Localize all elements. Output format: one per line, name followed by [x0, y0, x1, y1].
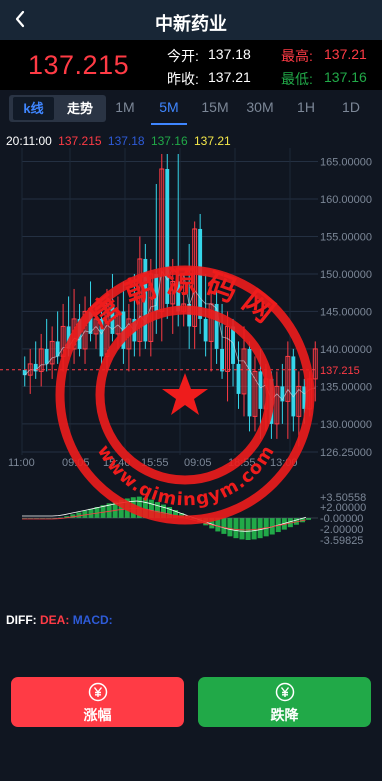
- period-tabs: k线 走势 1M 5M 15M 30M 1H 1D: [0, 90, 382, 126]
- prev-close-label: 昨收:: [167, 71, 199, 87]
- low-value: 137.16: [324, 69, 367, 85]
- quote-panel: 137.215 今开: 137.18 最高: 137.21 昨收: 137.21…: [0, 40, 382, 90]
- yen-coin-icon: [88, 682, 107, 702]
- x-tick-label: 18:55: [228, 457, 256, 469]
- open-value: 137.18: [208, 46, 251, 62]
- candle-body: [176, 281, 181, 312]
- macd-bar: [239, 518, 245, 540]
- kline-chart[interactable]: 165.00000 160.00000 155.00000 150.00000 145.…: [0, 126, 382, 556]
- tab-kline[interactable]: k线: [13, 97, 54, 120]
- chart-mode-toggle: k线 走势: [9, 95, 106, 122]
- candle-body: [143, 258, 148, 342]
- open-label: 今开:: [167, 48, 199, 64]
- macd-bar: [130, 497, 136, 518]
- active-tab-indicator: [151, 123, 187, 125]
- macd-bar: [245, 518, 251, 540]
- candle-body: [203, 318, 208, 342]
- fall-button[interactable]: 跌降: [198, 677, 371, 727]
- macd-tick-label: -3.59825: [320, 535, 363, 547]
- x-tick-label: 15:40: [103, 457, 131, 469]
- x-tick-label: 09:05: [62, 457, 90, 469]
- diff-label: DIFF:: [6, 613, 37, 627]
- tab-1h[interactable]: 1H: [288, 99, 324, 115]
- candle-body: [121, 311, 126, 349]
- dea-label: DEA:: [40, 613, 70, 627]
- y-tick-label: 150.00000: [320, 269, 372, 281]
- candle-body: [22, 369, 27, 376]
- candle-body: [44, 348, 49, 364]
- current-price-label: 137.215: [320, 365, 360, 377]
- candle-body: [220, 348, 225, 372]
- candle-body: [165, 168, 170, 304]
- macd-bar: [154, 502, 160, 518]
- macd-bar: [221, 518, 227, 534]
- candle-body: [269, 378, 274, 424]
- macd-bar: [227, 518, 233, 537]
- y-tick-label: 165.00000: [320, 156, 372, 168]
- low-label: 最低:: [281, 71, 313, 87]
- rise-button[interactable]: 涨幅: [11, 677, 184, 727]
- macd-label: MACD:: [72, 613, 113, 627]
- candle-body: [291, 356, 296, 417]
- page-title: 中新药业: [155, 14, 227, 34]
- candle-body: [258, 371, 263, 409]
- prev-close-value: 137.21: [208, 69, 251, 85]
- candle-body: [236, 363, 241, 394]
- high-label: 最高:: [281, 48, 313, 64]
- y-tick-label: 130.00000: [320, 419, 372, 431]
- candle-body: [99, 318, 104, 357]
- tab-5m[interactable]: 5M: [151, 99, 187, 115]
- x-tick-label: 15:55: [141, 457, 169, 469]
- fall-button-label: 跌降: [270, 707, 299, 723]
- tab-30m[interactable]: 30M: [242, 99, 278, 115]
- y-tick-label: 160.00000: [320, 194, 372, 206]
- tab-trend[interactable]: 走势: [60, 97, 100, 120]
- tab-1d[interactable]: 1D: [333, 99, 369, 115]
- y-tick-label: 155.00000: [320, 231, 372, 243]
- y-tick-label: 140.00000: [320, 344, 372, 356]
- x-tick-label: 13:00: [270, 457, 298, 469]
- candle-body: [214, 303, 219, 349]
- y-tick-label: 126.25000: [320, 447, 372, 459]
- rise-button-label: 涨幅: [83, 707, 112, 723]
- y-tick-label: 145.00000: [320, 306, 372, 318]
- y-tick-label: 135.00000: [320, 381, 372, 393]
- macd-bar: [148, 499, 154, 518]
- macd-bar: [233, 518, 239, 539]
- candle-body: [77, 318, 82, 349]
- x-tick-label: 11:00: [8, 457, 35, 469]
- macd-bar: [251, 518, 257, 540]
- macd-bar: [215, 518, 221, 532]
- high-value: 137.21: [324, 46, 367, 62]
- candle-body: [302, 386, 307, 409]
- yen-coin-icon: [275, 682, 294, 702]
- macd-bar: [136, 496, 142, 518]
- macd-bar: [142, 497, 148, 518]
- candle-body: [247, 348, 252, 417]
- app-header: 中新药业: [0, 0, 382, 40]
- current-price: 137.215: [28, 50, 130, 80]
- tab-1m[interactable]: 1M: [107, 99, 143, 115]
- macd-legend: DIFF: DEA: MACD:: [6, 613, 113, 627]
- candle-body: [198, 228, 203, 319]
- x-tick-label: 09:05: [184, 457, 212, 469]
- tab-15m[interactable]: 15M: [197, 99, 233, 115]
- candle-body: [187, 303, 192, 327]
- candle-body: [231, 326, 235, 364]
